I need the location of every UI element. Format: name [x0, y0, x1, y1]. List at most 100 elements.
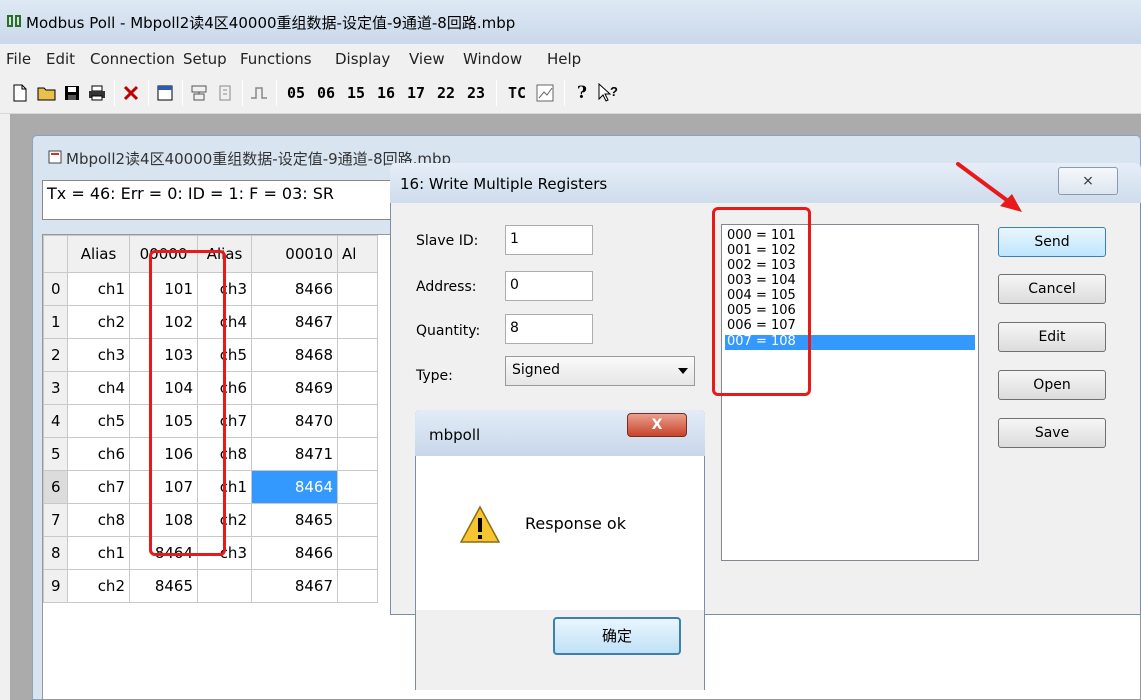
new-file-icon[interactable]	[10, 80, 30, 106]
empty-cell[interactable]	[337, 305, 378, 339]
empty-cell[interactable]	[337, 272, 378, 306]
row-number[interactable]: 8	[43, 536, 68, 570]
menu-window[interactable]: Window	[463, 50, 522, 68]
value-cell[interactable]: 8464	[251, 470, 338, 504]
alias-cell[interactable]: ch2	[67, 305, 130, 339]
alias-cell[interactable]: ch1	[67, 536, 130, 570]
dialog-title: 16: Write Multiple Registers	[400, 175, 608, 193]
connect-icon[interactable]	[188, 80, 210, 106]
value-cell[interactable]: 8467	[251, 305, 338, 339]
empty-cell[interactable]	[337, 470, 378, 504]
col-header-alias[interactable]: Al	[337, 235, 378, 273]
value-cell[interactable]: 8471	[251, 437, 338, 471]
value-cell[interactable]: 8468	[251, 338, 338, 372]
alias-cell[interactable]: ch1	[67, 272, 130, 306]
app-icon	[7, 15, 21, 27]
tc-button[interactable]: TC	[504, 80, 530, 106]
save-button[interactable]: Save	[998, 418, 1106, 448]
toolbar-separator	[276, 80, 277, 106]
menu-file[interactable]: File	[6, 50, 31, 68]
col-header-00010[interactable]: 00010	[251, 235, 338, 273]
save-disk-icon[interactable]	[62, 80, 82, 106]
col-header-alias[interactable]: Alias	[67, 235, 130, 273]
fc-06-button[interactable]: 06	[314, 80, 338, 106]
address-field[interactable]: 0	[505, 271, 593, 301]
status-text: Tx = 46: Err = 0: ID = 1: F = 03: SR	[47, 184, 335, 203]
open-button[interactable]: Open	[998, 370, 1106, 400]
window-icon[interactable]	[154, 80, 176, 106]
toolbar-separator	[114, 80, 115, 106]
slave-id-label: Slave ID:	[416, 233, 479, 249]
empty-cell[interactable]	[337, 569, 378, 603]
menu-connection[interactable]: Connection	[90, 50, 175, 68]
dialog-close-button[interactable]: ⨯	[1058, 167, 1118, 195]
value-cell[interactable]: 8467	[251, 569, 338, 603]
alias-cell[interactable]: ch7	[67, 470, 130, 504]
row-number[interactable]: 3	[43, 371, 68, 405]
context-help-icon[interactable]: ?	[596, 80, 620, 106]
value-cell[interactable]: 8465	[129, 569, 198, 603]
value-cell[interactable]: 8466	[251, 272, 338, 306]
row-number[interactable]: 7	[43, 503, 68, 537]
svg-text:?: ?	[610, 84, 618, 99]
annotation-box-grid	[149, 250, 226, 556]
pulse-icon[interactable]	[248, 80, 270, 106]
warning-icon	[459, 505, 501, 543]
row-number[interactable]: 4	[43, 404, 68, 438]
alias-cell[interactable]	[197, 569, 252, 603]
alias-cell[interactable]: ch3	[67, 338, 130, 372]
menu-view[interactable]: View	[409, 50, 445, 68]
empty-cell[interactable]	[337, 503, 378, 537]
send-button[interactable]: Send	[998, 227, 1106, 257]
row-number[interactable]: 9	[43, 569, 68, 603]
value-cell[interactable]: 8466	[251, 536, 338, 570]
menu-display[interactable]: Display	[335, 50, 390, 68]
empty-cell[interactable]	[337, 437, 378, 471]
help-icon[interactable]: ?	[572, 80, 592, 106]
ok-button[interactable]: 确定	[553, 617, 681, 655]
slave-id-field[interactable]: 1	[505, 225, 593, 255]
message-box-close-button[interactable]: X	[627, 413, 687, 437]
app-title: Modbus Poll - Mbpoll2读4区40000重组数据-设定值-9通…	[26, 14, 516, 32]
empty-cell[interactable]	[337, 371, 378, 405]
toolbar-separator	[148, 80, 149, 106]
value-cell[interactable]: 8470	[251, 404, 338, 438]
open-folder-icon[interactable]	[36, 80, 58, 106]
type-select[interactable]: Signed	[505, 356, 695, 386]
print-icon[interactable]	[86, 80, 108, 106]
disconnect-icon[interactable]	[214, 80, 236, 106]
menu-functions[interactable]: Functions	[240, 50, 312, 68]
empty-cell[interactable]	[337, 338, 378, 372]
row-number[interactable]: 5	[43, 437, 68, 471]
alias-cell[interactable]: ch4	[67, 371, 130, 405]
quantity-field[interactable]: 8	[505, 314, 593, 344]
value-cell[interactable]: 8465	[251, 503, 338, 537]
alias-cell[interactable]: ch6	[67, 437, 130, 471]
fc-15-button[interactable]: 15	[344, 80, 368, 106]
alias-cell[interactable]: ch2	[67, 569, 130, 603]
delete-x-icon[interactable]	[120, 80, 142, 106]
table-row: 9 ch2 8465 8467	[43, 569, 378, 603]
fc-16-button[interactable]: 16	[374, 80, 398, 106]
fc-17-button[interactable]: 17	[404, 80, 428, 106]
row-number[interactable]: 2	[43, 338, 68, 372]
toolbar: 05 06 15 16 17 22 23 TC ? ?	[0, 72, 1141, 114]
row-number[interactable]: 0	[43, 272, 68, 306]
alias-cell[interactable]: ch8	[67, 503, 130, 537]
quantity-label: Quantity:	[416, 323, 481, 339]
value-cell[interactable]: 8469	[251, 371, 338, 405]
edit-button[interactable]: Edit	[998, 322, 1106, 352]
row-number[interactable]: 1	[43, 305, 68, 339]
fc-22-button[interactable]: 22	[434, 80, 458, 106]
cancel-button[interactable]: Cancel	[998, 274, 1106, 304]
menu-help[interactable]: Help	[547, 50, 581, 68]
row-number[interactable]: 6	[43, 470, 68, 504]
fc-23-button[interactable]: 23	[464, 80, 488, 106]
traffic-icon[interactable]	[534, 80, 556, 106]
alias-cell[interactable]: ch5	[67, 404, 130, 438]
fc-05-button[interactable]: 05	[284, 80, 308, 106]
empty-cell[interactable]	[337, 536, 378, 570]
menu-setup[interactable]: Setup	[183, 50, 227, 68]
menu-edit[interactable]: Edit	[46, 50, 75, 68]
empty-cell[interactable]	[337, 404, 378, 438]
